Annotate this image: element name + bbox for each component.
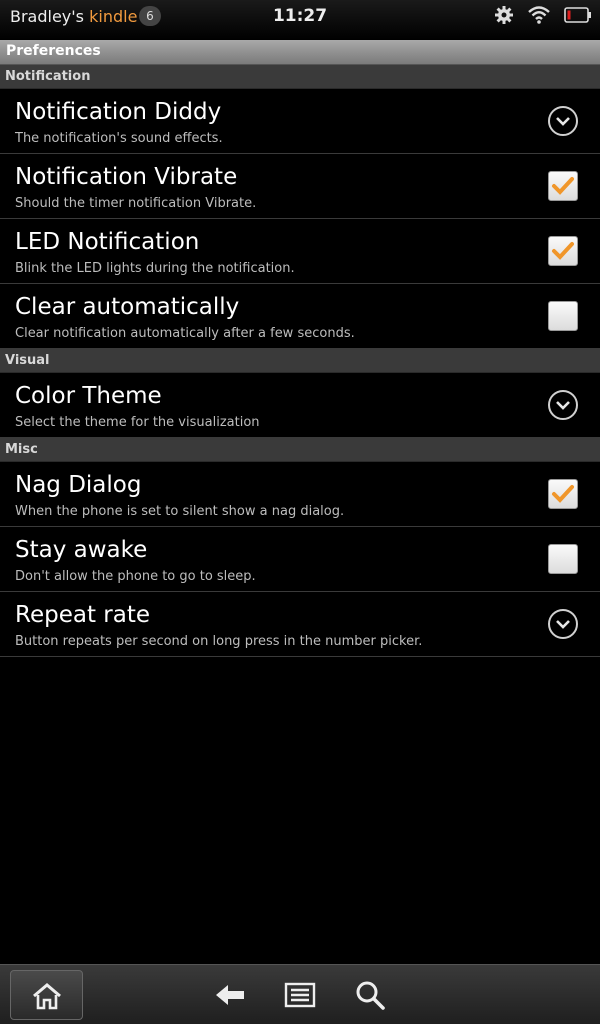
nag-dialog-checkbox[interactable] xyxy=(548,479,578,509)
pref-title: LED Notification xyxy=(15,229,200,255)
pref-summary: Clear notification automatically after a… xyxy=(15,326,355,341)
pref-nag-dialog[interactable]: Nag Dialog When the phone is set to sile… xyxy=(0,462,600,527)
page-title: Preferences xyxy=(6,43,101,59)
preferences-list: Notification Notification Diddy The noti… xyxy=(0,65,600,657)
pref-notification-vibrate[interactable]: Notification Vibrate Should the timer no… xyxy=(0,154,600,219)
menu-icon[interactable] xyxy=(284,979,316,1011)
pref-led-notification[interactable]: LED Notification Blink the LED lights du… xyxy=(0,219,600,284)
pref-summary: Blink the LED lights during the notifica… xyxy=(15,261,295,276)
pref-summary: When the phone is set to silent show a n… xyxy=(15,504,345,519)
chevron-down-icon[interactable] xyxy=(548,106,578,136)
home-icon xyxy=(33,983,61,1010)
search-icon[interactable] xyxy=(354,979,386,1011)
stay-awake-checkbox[interactable] xyxy=(548,544,578,574)
home-button[interactable] xyxy=(10,970,83,1020)
checkmark-icon xyxy=(552,485,574,503)
pref-title: Notification Vibrate xyxy=(15,164,238,190)
section-header-misc: Misc xyxy=(0,438,600,462)
led-checkbox[interactable] xyxy=(548,236,578,266)
pref-summary: Select the theme for the visualization xyxy=(15,415,260,430)
pref-title: Clear automatically xyxy=(15,294,240,320)
pref-title: Notification Diddy xyxy=(15,99,222,125)
vibrate-checkbox[interactable] xyxy=(548,171,578,201)
pref-summary: Should the timer notification Vibrate. xyxy=(15,196,257,211)
wifi-icon[interactable] xyxy=(527,5,551,29)
back-icon[interactable] xyxy=(214,979,246,1011)
clear-automatically-checkbox[interactable] xyxy=(548,301,578,331)
checkmark-icon xyxy=(552,177,574,195)
pref-summary: Don't allow the phone to go to sleep. xyxy=(15,569,256,584)
gear-icon[interactable] xyxy=(494,5,514,29)
status-bar: Bradley's kindle 6 11:27 xyxy=(0,0,600,40)
pref-repeat-rate[interactable]: Repeat rate Button repeats per second on… xyxy=(0,592,600,657)
pref-title: Color Theme xyxy=(15,383,162,409)
chevron-down-icon[interactable] xyxy=(548,390,578,420)
checkmark-icon xyxy=(552,242,574,260)
bottom-nav-bar xyxy=(0,964,600,1024)
battery-icon[interactable] xyxy=(564,6,592,28)
chevron-down-icon[interactable] xyxy=(548,609,578,639)
pref-notification-diddy[interactable]: Notification Diddy The notification's so… xyxy=(0,89,600,154)
section-header-visual: Visual xyxy=(0,349,600,373)
pref-title: Nag Dialog xyxy=(15,472,142,498)
title-bar: Preferences xyxy=(0,40,600,65)
status-icons xyxy=(486,5,592,29)
pref-title: Stay awake xyxy=(15,537,148,563)
pref-stay-awake[interactable]: Stay awake Don't allow the phone to go t… xyxy=(0,527,600,592)
pref-title: Repeat rate xyxy=(15,602,150,628)
section-header-notification: Notification xyxy=(0,65,600,89)
pref-clear-automatically[interactable]: Clear automatically Clear notification a… xyxy=(0,284,600,349)
pref-summary: The notification's sound effects. xyxy=(15,131,223,146)
pref-summary: Button repeats per second on long press … xyxy=(15,634,423,649)
pref-color-theme[interactable]: Color Theme Select the theme for the vis… xyxy=(0,373,600,438)
